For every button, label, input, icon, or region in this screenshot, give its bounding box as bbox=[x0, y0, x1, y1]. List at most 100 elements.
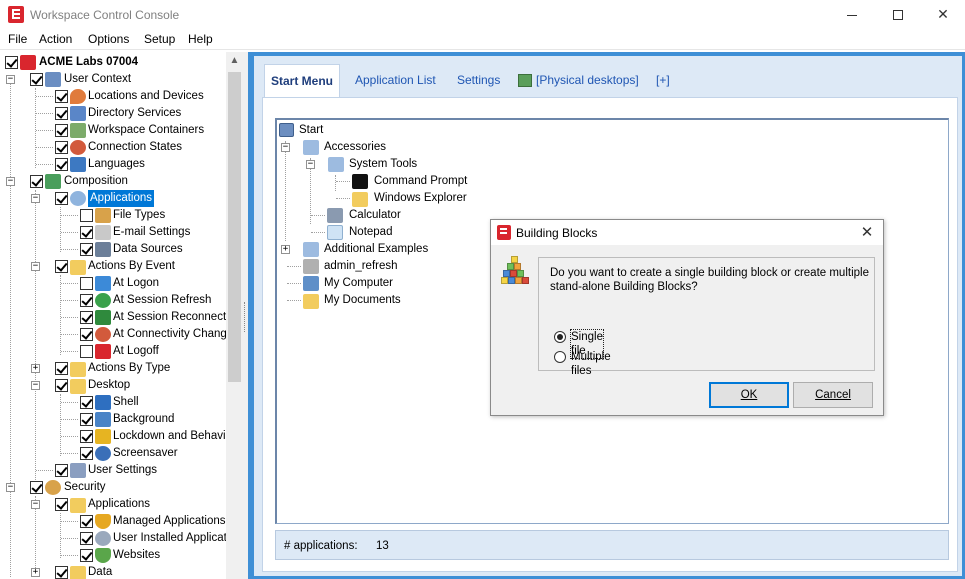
tree-checkbox[interactable] bbox=[55, 260, 68, 273]
radio-button-selected[interactable] bbox=[554, 331, 566, 343]
collapse-icon[interactable]: − bbox=[306, 160, 315, 169]
tree-checkbox[interactable] bbox=[55, 566, 68, 579]
tree-checkbox[interactable] bbox=[80, 311, 93, 324]
tab-add[interactable]: [+] bbox=[656, 64, 670, 96]
tree-item-data[interactable]: + Data bbox=[0, 564, 226, 579]
tree-item-workspace-containers[interactable]: Workspace Containers bbox=[0, 122, 226, 139]
tree-checkbox[interactable] bbox=[80, 294, 93, 307]
tree-item-websites[interactable]: Websites bbox=[0, 547, 226, 564]
tree-item-email-settings[interactable]: E-mail Settings bbox=[0, 224, 226, 241]
block-shape bbox=[522, 277, 529, 284]
tree-checkbox[interactable] bbox=[80, 277, 93, 290]
tree-checkbox[interactable] bbox=[80, 345, 93, 358]
folder-icon bbox=[70, 566, 86, 579]
tab-settings[interactable]: Settings bbox=[457, 64, 500, 96]
expand-icon[interactable]: + bbox=[31, 364, 40, 373]
tree-item-directory-services[interactable]: Directory Services bbox=[0, 105, 226, 122]
tree-item-data-sources[interactable]: Data Sources bbox=[0, 241, 226, 258]
tree-checkbox[interactable] bbox=[55, 464, 68, 477]
tree-item-security[interactable]: − Security bbox=[0, 479, 226, 496]
tree-item-at-logoff[interactable]: At Logoff bbox=[0, 343, 226, 360]
tab-physical-desktops[interactable]: [Physical desktops] bbox=[518, 64, 639, 96]
tree-checkbox[interactable] bbox=[80, 243, 93, 256]
tab-start-menu[interactable]: Start Menu bbox=[264, 64, 341, 98]
tree-checkbox[interactable] bbox=[55, 158, 68, 171]
navigation-tree[interactable]: ACME Labs 07004 − User Context Locations… bbox=[0, 52, 243, 579]
tree-checkbox[interactable] bbox=[80, 515, 93, 528]
collapse-icon[interactable]: − bbox=[6, 483, 15, 492]
tree-checkbox[interactable] bbox=[55, 498, 68, 511]
collapse-icon[interactable]: − bbox=[6, 177, 15, 186]
tree-checkbox[interactable] bbox=[80, 532, 93, 545]
tree-checkbox[interactable] bbox=[80, 209, 93, 222]
expand-icon[interactable]: + bbox=[31, 568, 40, 577]
scroll-up-icon[interactable]: ▲ bbox=[226, 52, 243, 69]
menu-setup[interactable]: Setup bbox=[144, 32, 175, 46]
tree-checkbox[interactable] bbox=[80, 413, 93, 426]
tree-checkbox[interactable] bbox=[55, 379, 68, 392]
menu-file[interactable]: File bbox=[8, 32, 27, 46]
tree-checkbox[interactable] bbox=[5, 56, 18, 69]
tree-checkbox[interactable] bbox=[55, 107, 68, 120]
tree-checkbox[interactable] bbox=[55, 124, 68, 137]
tree-item-at-logon[interactable]: At Logon bbox=[0, 275, 226, 292]
tree-item-lockdown[interactable]: Lockdown and Behavior bbox=[0, 428, 236, 445]
tree-item-background[interactable]: Background bbox=[0, 411, 226, 428]
ok-button[interactable]: OK bbox=[709, 382, 789, 408]
tree-checkbox[interactable] bbox=[30, 481, 43, 494]
collapse-icon[interactable]: − bbox=[31, 381, 40, 390]
tree-item-at-connectivity-change[interactable]: At Connectivity Change bbox=[0, 326, 233, 343]
tree-scrollbar[interactable]: ▲ bbox=[226, 52, 243, 579]
tree-item-user-installed-applications[interactable]: User Installed Applications bbox=[0, 530, 242, 547]
tree-item-security-applications[interactable]: − Applications bbox=[0, 496, 226, 513]
menu-help[interactable]: Help bbox=[188, 32, 213, 46]
collapse-icon[interactable]: − bbox=[31, 500, 40, 509]
tree-checkbox[interactable] bbox=[80, 549, 93, 562]
tree-checkbox[interactable] bbox=[55, 362, 68, 375]
tree-item-actions-by-event[interactable]: − Actions By Event bbox=[0, 258, 226, 275]
menu-options[interactable]: Options bbox=[88, 32, 129, 46]
tree-item-locations[interactable]: Locations and Devices bbox=[0, 88, 226, 105]
tree-item-root[interactable]: ACME Labs 07004 bbox=[0, 54, 226, 71]
tab-application-list[interactable]: Application List bbox=[355, 64, 436, 96]
maximize-button[interactable] bbox=[875, 0, 921, 30]
tree-item-languages[interactable]: Languages bbox=[0, 156, 226, 173]
expand-icon[interactable]: + bbox=[281, 245, 290, 254]
tree-item-user-context[interactable]: − User Context bbox=[0, 71, 226, 88]
tree-item-actions-by-type[interactable]: + Actions By Type bbox=[0, 360, 226, 377]
tree-checkbox[interactable] bbox=[55, 141, 68, 154]
collapse-icon[interactable]: − bbox=[31, 262, 40, 271]
tree-checkbox[interactable] bbox=[80, 430, 93, 443]
menu-action[interactable]: Action bbox=[39, 32, 72, 46]
tree-checkbox[interactable] bbox=[55, 90, 68, 103]
tree-checkbox[interactable] bbox=[80, 328, 93, 341]
tree-item-screensaver[interactable]: Screensaver bbox=[0, 445, 226, 462]
collapse-icon[interactable]: − bbox=[6, 75, 15, 84]
close-button[interactable]: ✕ bbox=[920, 0, 965, 30]
tree-item-at-session-refresh[interactable]: At Session Refresh bbox=[0, 292, 226, 309]
tree-item-applications[interactable]: − Applications bbox=[0, 190, 226, 207]
tree-item-file-types[interactable]: File Types bbox=[0, 207, 226, 224]
dialog-close-button[interactable]: ✕ bbox=[853, 222, 881, 244]
collapse-icon[interactable]: − bbox=[31, 194, 40, 203]
cancel-button[interactable]: Cancel bbox=[793, 382, 873, 408]
tree-checkbox[interactable] bbox=[30, 175, 43, 188]
tree-item-user-settings[interactable]: User Settings bbox=[0, 462, 226, 479]
tree-checkbox[interactable] bbox=[80, 447, 93, 460]
tree-item-shell[interactable]: Shell bbox=[0, 394, 226, 411]
radio-button[interactable] bbox=[554, 351, 566, 363]
tree-item-composition[interactable]: − Composition bbox=[0, 173, 226, 190]
tree-checkbox[interactable] bbox=[30, 73, 43, 86]
minimize-button[interactable] bbox=[829, 0, 875, 30]
tree-checkbox[interactable] bbox=[80, 226, 93, 239]
collapse-icon[interactable]: − bbox=[281, 143, 290, 152]
tree-item-connection-states[interactable]: Connection States bbox=[0, 139, 226, 156]
tree-item-managed-applications[interactable]: Managed Applications bbox=[0, 513, 226, 530]
tree-item-desktop[interactable]: − Desktop bbox=[0, 377, 226, 394]
composition-icon bbox=[45, 174, 61, 189]
scroll-thumb[interactable] bbox=[228, 72, 241, 382]
tree-item-at-session-reconnect[interactable]: At Session Reconnect bbox=[0, 309, 226, 326]
tree-line bbox=[36, 470, 53, 471]
tree-checkbox[interactable] bbox=[55, 192, 68, 205]
tree-checkbox[interactable] bbox=[80, 396, 93, 409]
